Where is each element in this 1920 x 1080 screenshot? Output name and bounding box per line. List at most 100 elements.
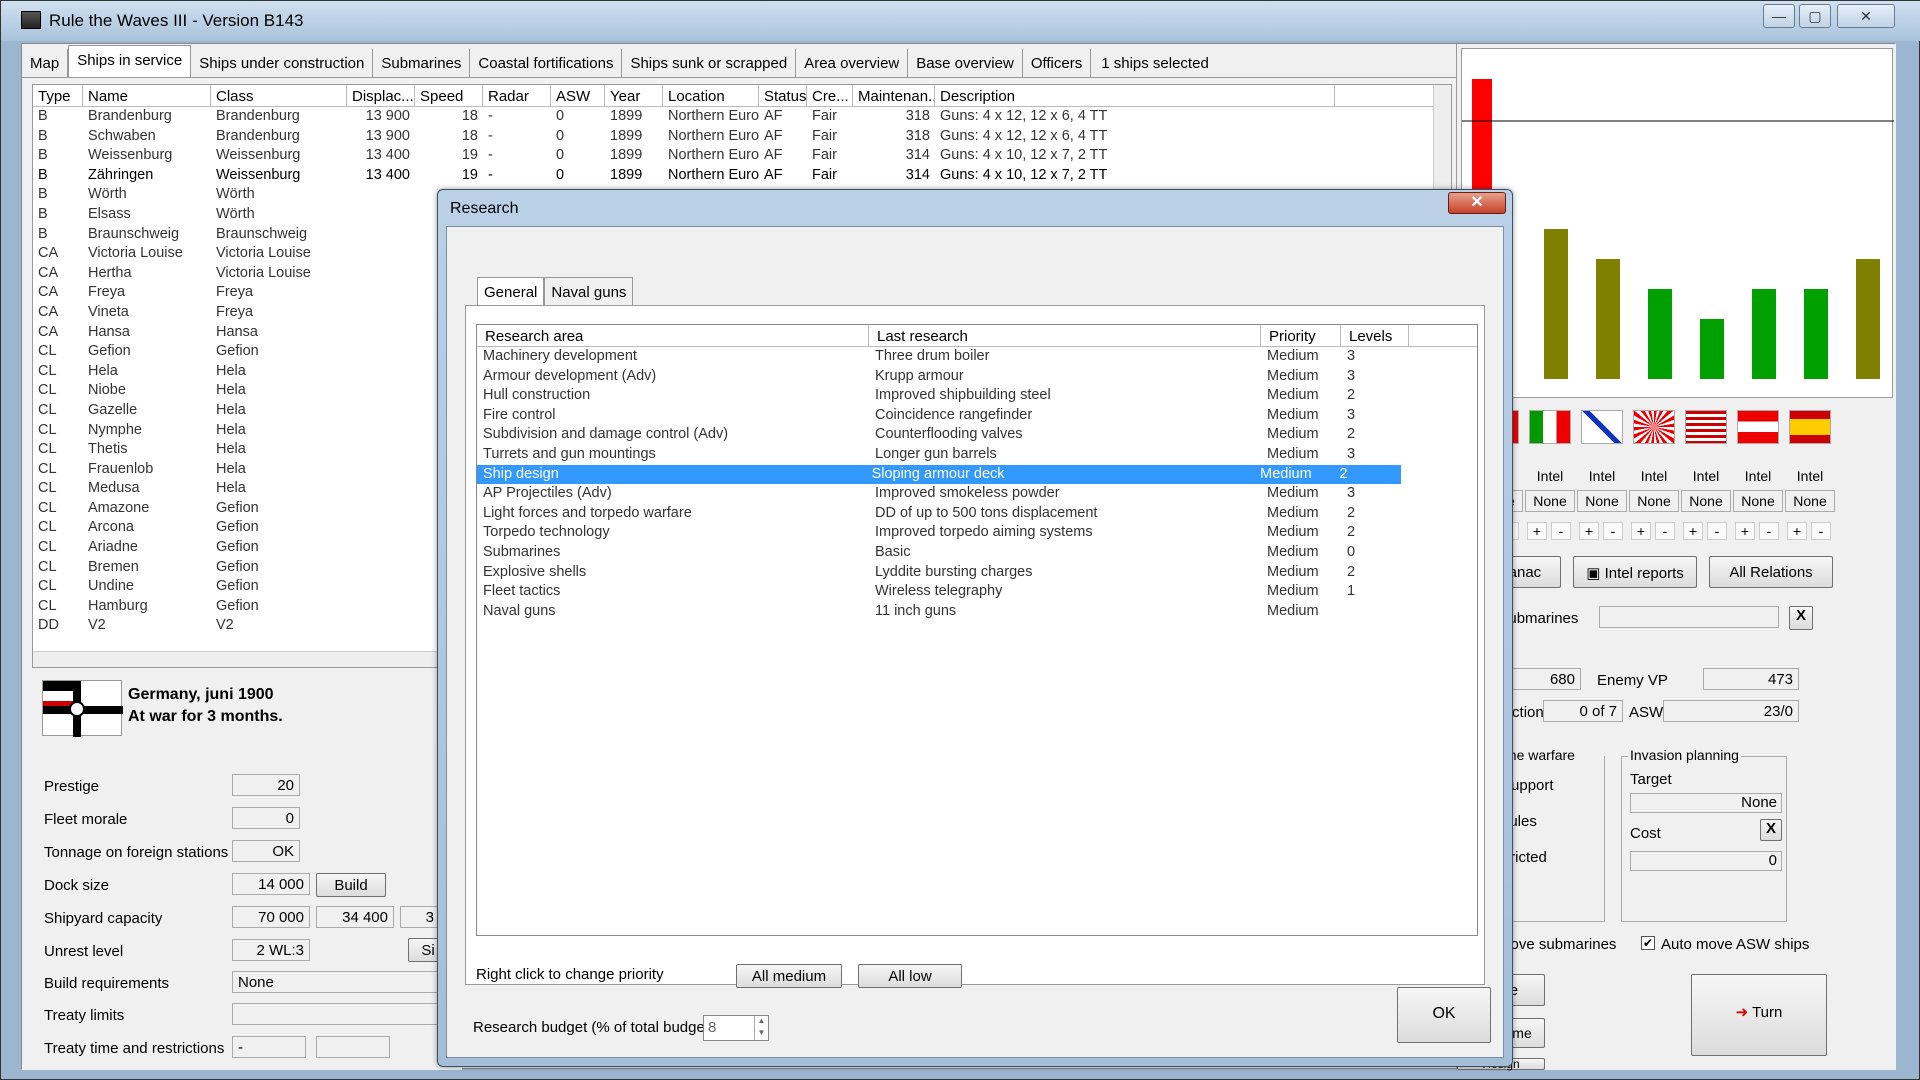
research-row[interactable]: Turrets and gun mountings Longer gun barr… [477,445,1477,465]
ships-col-header[interactable]: Type [33,85,83,106]
table-row[interactable]: B Brandenburg Brandenburg 13 900 18- 0 1899 Nor… [33,107,1451,127]
intel-plus-button[interactable]: + [1579,522,1599,540]
research-row[interactable]: Torpedo technology Improved torpedo aimin… [477,523,1477,543]
flag-russia-icon [1581,410,1623,444]
build-subs-clear-button[interactable]: X [1789,606,1813,630]
research-tab-naval-guns[interactable]: Naval guns [544,277,634,307]
research-cell: Torpedo technology [483,524,610,541]
all-medium-button[interactable]: All medium [736,964,842,988]
tab-base-overview[interactable]: Base overview [908,49,1023,77]
ships-col-header[interactable]: Class [211,85,347,106]
ok-button[interactable]: OK [1397,987,1491,1043]
ships-col-header[interactable]: Maintenan... [853,85,935,106]
ships-col-header[interactable]: Description [935,85,1335,106]
nation-status: Germany, juni 1900 At war for 3 months. [128,684,283,728]
ships-col-header[interactable]: Displac... [347,85,415,106]
shipyard-label: Shipyard capacity [44,910,163,927]
tab-submarines[interactable]: Submarines [373,49,471,77]
ships-col-header[interactable]: Cre... [807,85,853,106]
research-row[interactable]: AP Projectiles (Adv) Improved smokeless p… [477,484,1477,504]
budget-up-icon[interactable]: ▲ [754,1016,768,1028]
table-row[interactable]: B Weissenburg Weissenburg 13 400 19- 0 1899 Nor… [33,146,1451,166]
invasion-clear-button[interactable]: X [1760,819,1782,841]
ships-col-header[interactable]: Year [605,85,663,106]
intel-plus-button[interactable]: + [1631,522,1651,540]
morale-value: 0 [232,807,300,829]
research-cell: Machinery development [483,348,637,364]
research-tab-general[interactable]: General [477,277,545,307]
research-col-header[interactable]: Levels [1341,325,1409,346]
research-row[interactable]: Explosive shells Lyddite bursting charges… [477,563,1477,583]
table-cell: Victoria Louise [216,245,311,262]
minimize-button[interactable]: — [1763,4,1795,28]
table-row[interactable]: B Schwaben Brandenburg 13 900 18- 0 1899 Northe… [33,127,1451,147]
intel-minus-button[interactable]: - [1707,522,1727,540]
ships-col-header[interactable]: Radar [483,85,551,106]
table-row[interactable]: B Zähringen Weissenburg 13 400 19- 0 1899 North… [33,166,1451,186]
research-row[interactable]: Fire control Coincidence rangefinder Mediu… [477,406,1477,426]
build-req-value: None [232,971,452,993]
ships-col-header[interactable]: Location [663,85,759,106]
budget-value: 8 [708,1019,717,1036]
tab-coastal-fortifications[interactable]: Coastal fortifications [470,49,623,77]
intel-minus-button[interactable]: - [1759,522,1779,540]
research-row[interactable]: Naval guns 11 inch guns Medium [477,602,1477,622]
research-row[interactable]: Machinery development Three drum boiler Me… [477,347,1477,367]
intel-plus-button[interactable]: + [1787,522,1807,540]
table-cell: CA [38,264,59,281]
shipyard-value-3: 3 [400,906,440,928]
intel-minus-button[interactable]: - [1603,522,1623,540]
tab-map[interactable]: Map [22,49,69,77]
ships-col-header[interactable]: Name [83,85,211,106]
research-row[interactable]: Armour development (Adv) Krupp armour Medi… [477,367,1477,387]
ships-col-header[interactable]: ASW [551,85,605,106]
intel-minus-button[interactable]: - [1811,522,1831,540]
research-row[interactable]: Hull construction Improved shipbuilding s… [477,386,1477,406]
intel-plus-button[interactable]: + [1735,522,1755,540]
table-cell [347,205,415,225]
intel-minus-button[interactable]: - [1655,522,1675,540]
research-close-button[interactable]: ✕ [1448,192,1506,214]
all-low-button[interactable]: All low [858,964,962,988]
turn-button[interactable]: ➜ Turn [1691,974,1827,1056]
tab-ships-in-service[interactable]: Ships in service [68,45,192,77]
intel-plus-button[interactable]: + [1527,522,1547,540]
research-cell: Krupp armour [875,367,964,384]
table-cell: CA [38,303,59,320]
budget-spinner[interactable]: 8 ▲ ▼ [703,1015,769,1041]
research-row[interactable]: Light forces and torpedo warfare DD of up… [477,504,1477,524]
maximize-button[interactable]: ▢ [1799,4,1831,28]
tab-area-overview[interactable]: Area overview [796,49,909,77]
research-row[interactable]: Ship design Sloping armour deck Medium 2 [477,464,1401,485]
close-window-button[interactable]: ✕ [1837,4,1895,28]
table-cell: 318 [905,127,930,144]
research-cell: Medium [1267,348,1319,364]
ships-table-header: Type Name Class Displac... Speed Radar ASW Year… [33,85,1451,107]
research-col-header[interactable]: Research area [477,325,869,346]
tab-ships-under-construction[interactable]: Ships under construction [191,49,374,77]
tab-ships-sunk-or-scrapped[interactable]: Ships sunk or scrapped [622,49,797,77]
table-cell: Hela [216,480,246,497]
build-dock-button[interactable]: Build [316,873,386,897]
enemy-vp-value: 473 [1703,668,1799,690]
research-row[interactable]: Subdivision and damage control (Adv) Coun… [477,425,1477,445]
auto-asw-checkbox[interactable]: ✔ [1641,936,1655,950]
research-col-header[interactable]: Last research [869,325,1261,346]
research-row[interactable]: Submarines Basic Medium 0 [477,543,1477,563]
research-cell: 2 [1347,524,1356,541]
table-cell [347,381,415,401]
budget-down-icon[interactable]: ▼ [754,1028,768,1040]
intel-plus-button[interactable]: + [1683,522,1703,540]
intel-reports-button[interactable]: ▣ Intel reports [1573,556,1697,588]
all-relations-button[interactable]: All Relations [1709,556,1833,588]
intel-none-value: None [1785,490,1835,512]
ships-col-header[interactable]: Status [759,85,807,106]
research-cell [1341,602,1409,622]
intel-minus-button[interactable]: - [1551,522,1571,540]
ships-col-header[interactable]: Speed [415,85,483,106]
research-row[interactable]: Fleet tactics Wireless telegraphy Medium 1 [477,582,1477,602]
research-col-header[interactable]: Priority [1261,325,1341,346]
table-cell [347,283,415,303]
tab-officers[interactable]: Officers [1022,49,1092,77]
table-cell: - [488,147,493,164]
